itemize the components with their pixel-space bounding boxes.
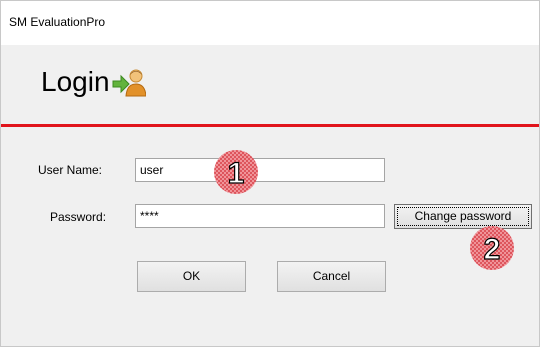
ok-button[interactable]: OK [137,261,246,292]
annotation-marker-1: 1 [213,149,259,195]
login-header: Login [1,45,539,124]
login-heading-text: Login [41,66,110,97]
password-label: Password: [50,210,107,224]
annotation-marker-2-text: 2 [484,233,501,266]
username-input[interactable]: user [135,158,385,182]
login-window: SM EvaluationPro Login User Name: user P… [0,0,540,347]
annotation-marker-1-text: 1 [228,157,245,190]
cancel-button[interactable]: Cancel [277,261,386,292]
login-form: User Name: user Password: **** Change pa… [1,127,539,346]
user-login-icon [112,67,147,97]
annotation-marker-2: 2 [469,225,515,271]
window-title: SM EvaluationPro [9,15,106,29]
title-bar: SM EvaluationPro [1,1,539,45]
username-label: User Name: [38,163,103,177]
login-heading: Login [41,66,147,98]
password-input[interactable]: **** [135,204,385,228]
